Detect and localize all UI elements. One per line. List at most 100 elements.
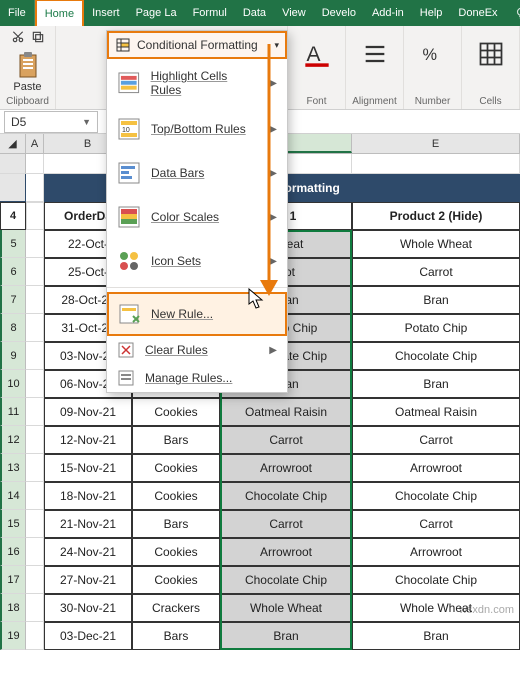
tab-insert[interactable]: Insert	[84, 0, 128, 26]
conditional-formatting-button[interactable]: Conditional Formatting ▾	[107, 31, 287, 59]
cell-orderdate[interactable]: 30-Nov-21	[44, 594, 132, 622]
cell-category[interactable]: Cookies	[132, 454, 220, 482]
submenu-arrow-icon: ▶	[269, 256, 277, 267]
cell-product2[interactable]: Carrot	[352, 426, 520, 454]
cell-product2[interactable]: Chocolate Chip	[352, 566, 520, 594]
row-header[interactable]: 13	[0, 454, 26, 482]
tab-file[interactable]: File	[0, 0, 35, 26]
paste-button[interactable]: Paste	[6, 49, 50, 94]
tab-addins[interactable]: Add-in	[364, 0, 412, 26]
cell-product2[interactable]: Chocolate Chip	[352, 342, 520, 370]
tab-page-layout[interactable]: Page La	[128, 0, 185, 26]
cell-product1[interactable]: Whole Wheat	[220, 594, 352, 622]
menu-new-rule[interactable]: New Rule...	[107, 292, 287, 336]
cell-product2[interactable]: Potato Chip	[352, 314, 520, 342]
cell-product2[interactable]: Arrowroot	[352, 538, 520, 566]
cell-product2[interactable]: Whole Wheat	[352, 230, 520, 258]
tell-me-icon[interactable]	[506, 0, 520, 26]
alignment-icon[interactable]	[361, 40, 389, 68]
tab-home[interactable]: Home	[35, 0, 84, 26]
tab-view[interactable]: View	[274, 0, 314, 26]
name-box-value: D5	[11, 115, 26, 129]
cell-orderdate[interactable]: 03-Dec-21	[44, 622, 132, 650]
cell-product2[interactable]: Chocolate Chip	[352, 482, 520, 510]
cell-orderdate[interactable]: 12-Nov-21	[44, 426, 132, 454]
cell-product1[interactable]: Arrowroot	[220, 538, 352, 566]
menu-color-scales[interactable]: Color Scales ▶	[107, 195, 287, 239]
cell-orderdate[interactable]: 24-Nov-21	[44, 538, 132, 566]
svg-text:A: A	[306, 43, 320, 66]
cell-product1[interactable]: Carrot	[220, 426, 352, 454]
select-all-cell[interactable]: ◢	[0, 134, 26, 153]
menu-clear-rules[interactable]: Clear Rules ▶	[107, 336, 287, 364]
name-box-dropdown-icon[interactable]: ▼	[82, 117, 91, 127]
tab-help[interactable]: Help	[412, 0, 451, 26]
menu-top-bottom-rules[interactable]: 10 Top/Bottom Rules ▶	[107, 107, 287, 151]
conditional-formatting-menu: Conditional Formatting ▾ Highlight Cells…	[106, 30, 288, 393]
row-header[interactable]	[0, 154, 26, 174]
cut-icon[interactable]	[11, 30, 25, 47]
cell-orderdate[interactable]: 09-Nov-21	[44, 398, 132, 426]
row-header[interactable]: 12	[0, 426, 26, 454]
cell-orderdate[interactable]: 27-Nov-21	[44, 566, 132, 594]
svg-text:10: 10	[122, 127, 130, 134]
cell-category[interactable]: Cookies	[132, 482, 220, 510]
cells-label: Cells	[479, 96, 501, 107]
cell-product2[interactable]: Bran	[352, 370, 520, 398]
number-icon[interactable]: %	[419, 40, 447, 68]
row-header[interactable]: 4	[0, 202, 26, 230]
hdr-product2[interactable]: Product 2 (Hide)	[352, 202, 520, 230]
cell-product1[interactable]: Carrot	[220, 510, 352, 538]
menu-icon-sets[interactable]: Icon Sets ▶	[107, 239, 287, 283]
row-header[interactable]: 16	[0, 538, 26, 566]
row-header[interactable]: 8	[0, 314, 26, 342]
data-bars-icon	[117, 161, 141, 185]
name-box[interactable]: D5 ▼	[4, 111, 98, 133]
cell-orderdate[interactable]: 18-Nov-21	[44, 482, 132, 510]
tab-developer[interactable]: Develo	[314, 0, 364, 26]
cell-product2[interactable]: Oatmeal Raisin	[352, 398, 520, 426]
row-header[interactable]: 5	[0, 230, 26, 258]
copy-icon[interactable]	[31, 30, 45, 47]
row-header[interactable]: 10	[0, 370, 26, 398]
row-header[interactable]: 14	[0, 482, 26, 510]
cell-category[interactable]: Bars	[132, 510, 220, 538]
row-header[interactable]: 9	[0, 342, 26, 370]
cell-category[interactable]: Cookies	[132, 538, 220, 566]
cell-product2[interactable]: Bran	[352, 286, 520, 314]
cell-orderdate[interactable]: 21-Nov-21	[44, 510, 132, 538]
cells-icon[interactable]	[477, 40, 505, 68]
menu-manage-rules[interactable]: Manage Rules...	[107, 364, 287, 392]
cell-category[interactable]: Bars	[132, 426, 220, 454]
row-header[interactable]: 6	[0, 258, 26, 286]
row-header[interactable]: 18	[0, 594, 26, 622]
row-header[interactable]: 17	[0, 566, 26, 594]
font-icon[interactable]: A	[303, 40, 331, 68]
tab-formulas[interactable]: Formul	[185, 0, 235, 26]
tab-doneex[interactable]: DoneEx	[450, 0, 505, 26]
row-header[interactable]: 11	[0, 398, 26, 426]
row-header[interactable]	[0, 174, 26, 202]
cell-product2[interactable]: Carrot	[352, 510, 520, 538]
cell-product2[interactable]: Arrowroot	[352, 454, 520, 482]
cell-product1[interactable]: Arrowroot	[220, 454, 352, 482]
menu-highlight-cells-rules[interactable]: Highlight Cells Rules ▶	[107, 59, 287, 107]
col-header-e[interactable]: E	[352, 134, 520, 153]
tab-data[interactable]: Data	[235, 0, 274, 26]
row-header[interactable]: 19	[0, 622, 26, 650]
cell-product1[interactable]: Bran	[220, 622, 352, 650]
cell-product2[interactable]: Carrot	[352, 258, 520, 286]
row-header[interactable]: 7	[0, 286, 26, 314]
menu-data-bars[interactable]: Data Bars ▶	[107, 151, 287, 195]
cell-category[interactable]: Cookies	[132, 566, 220, 594]
cell-category[interactable]: Crackers	[132, 594, 220, 622]
row-header[interactable]: 15	[0, 510, 26, 538]
cell-product1[interactable]: Chocolate Chip	[220, 482, 352, 510]
cell-product1[interactable]: Chocolate Chip	[220, 566, 352, 594]
cell-orderdate[interactable]: 15-Nov-21	[44, 454, 132, 482]
col-header-a[interactable]: A	[26, 134, 44, 153]
cell-category[interactable]: Cookies	[132, 398, 220, 426]
cell-product2[interactable]: Bran	[352, 622, 520, 650]
cell-product1[interactable]: Oatmeal Raisin	[220, 398, 352, 426]
cell-category[interactable]: Bars	[132, 622, 220, 650]
